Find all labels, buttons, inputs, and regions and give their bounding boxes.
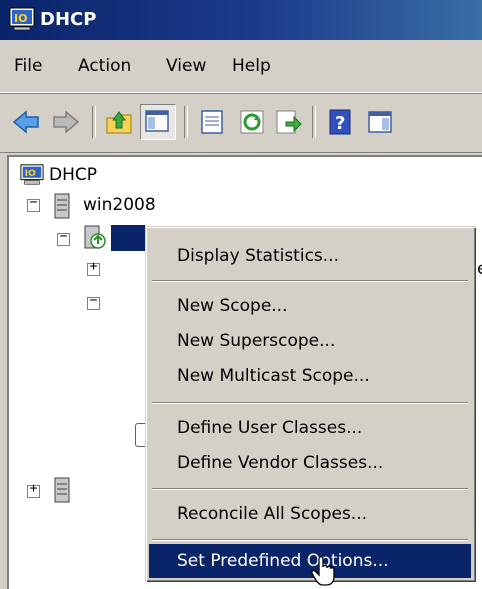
dhcp-app-icon: IO bbox=[9, 7, 35, 31]
menu-item-define-vendor-classes[interactable]: Define Vendor Classes... bbox=[149, 446, 471, 480]
tree-node-ipv6-partial: e bbox=[477, 259, 482, 279]
window-title: DHCP bbox=[40, 9, 97, 30]
menu-separator bbox=[152, 402, 468, 404]
menu-separator bbox=[152, 539, 468, 541]
expand-collapse-toggle[interactable]: − bbox=[57, 229, 70, 246]
dhcp-root-icon: IO bbox=[20, 164, 44, 185]
expand-collapse-toggle[interactable]: − bbox=[87, 293, 100, 310]
expand-collapse-toggle[interactable]: + bbox=[27, 481, 40, 498]
menu-item-new-scope[interactable]: New Scope... bbox=[149, 289, 471, 323]
expand-collapse-toggle[interactable]: − bbox=[27, 195, 40, 212]
svg-text:?: ? bbox=[335, 113, 345, 134]
svg-text:IO: IO bbox=[25, 168, 36, 179]
up-folder-icon bbox=[106, 111, 132, 134]
expand-collapse-toggle[interactable]: + bbox=[87, 259, 100, 276]
export-list-icon bbox=[276, 110, 302, 134]
mouse-pointer-icon bbox=[311, 556, 335, 586]
toolbar: ? bbox=[0, 93, 482, 153]
up-one-level-button[interactable] bbox=[104, 106, 136, 138]
export-list-button[interactable] bbox=[272, 106, 304, 138]
server-icon bbox=[54, 193, 70, 219]
menu-item-new-superscope[interactable]: New Superscope... bbox=[149, 324, 471, 358]
menu-item-display-statistics[interactable]: Display Statistics... bbox=[149, 239, 471, 273]
menu-separator bbox=[152, 488, 468, 490]
forward-button[interactable] bbox=[50, 106, 82, 138]
help-button[interactable]: ? bbox=[324, 106, 356, 138]
tree-node-win2008[interactable]: win2008 bbox=[83, 195, 156, 215]
show-hide-tree-button[interactable] bbox=[140, 104, 176, 140]
refresh-button[interactable] bbox=[236, 106, 268, 138]
show-hide-action-pane-button[interactable] bbox=[364, 106, 396, 138]
menu-file[interactable]: File bbox=[14, 56, 42, 76]
refresh-icon bbox=[240, 110, 264, 134]
show-hide-tree-icon bbox=[145, 110, 169, 132]
properties-icon bbox=[201, 110, 223, 134]
properties-button[interactable] bbox=[196, 106, 228, 138]
help-icon: ? bbox=[329, 109, 351, 135]
menu-item-new-multicast-scope[interactable]: New Multicast Scope... bbox=[149, 359, 471, 393]
forward-icon bbox=[53, 110, 80, 134]
ipv4-icon bbox=[84, 225, 106, 249]
server-icon bbox=[54, 477, 70, 503]
menu-separator bbox=[152, 280, 468, 282]
menu-action[interactable]: Action bbox=[78, 56, 131, 76]
tree-node-ipv4[interactable] bbox=[111, 225, 145, 251]
context-menu: Display Statistics... New Scope... New S… bbox=[145, 226, 476, 582]
menu-item-reconcile-all-scopes[interactable]: Reconcile All Scopes... bbox=[149, 497, 471, 531]
back-button[interactable] bbox=[10, 106, 42, 138]
menu-help[interactable]: Help bbox=[232, 56, 271, 76]
tree-node-dhcp[interactable]: DHCP bbox=[49, 165, 97, 185]
svg-text:IO: IO bbox=[14, 12, 27, 25]
menu-view[interactable]: View bbox=[166, 56, 206, 76]
menu-bar: File Action View Help bbox=[0, 40, 482, 93]
back-icon bbox=[12, 110, 39, 134]
show-hide-action-pane-icon bbox=[368, 111, 392, 133]
title-bar[interactable]: IO DHCP bbox=[0, 0, 482, 40]
menu-item-define-user-classes[interactable]: Define User Classes... bbox=[149, 411, 471, 445]
